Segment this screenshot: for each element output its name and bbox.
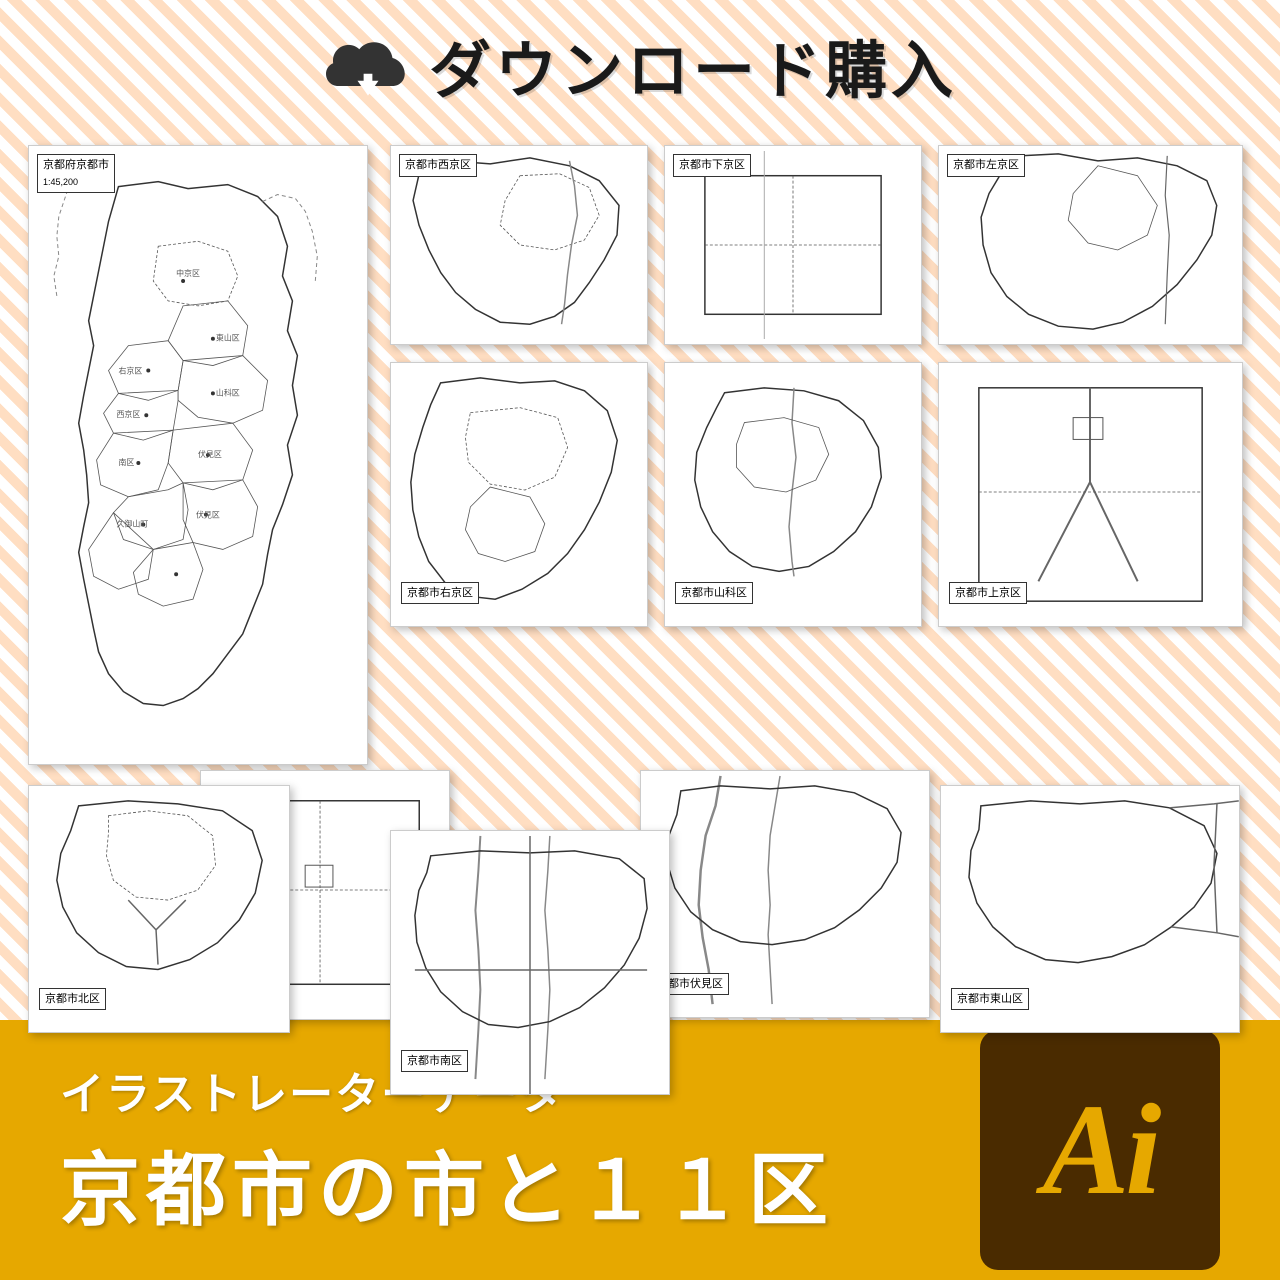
map-kamigyo: 京都市上京区 (938, 362, 1243, 627)
map-ukyo: 京都市右京区 (390, 362, 648, 627)
svg-text:伏見区: 伏見区 (196, 510, 220, 520)
map-shimogyo: 京都市下京区 (664, 145, 922, 345)
map-kita-label: 京都市北区 (39, 988, 106, 1011)
svg-text:久御山町: 久御山町 (116, 519, 148, 529)
map-yamashina: 京都市山科区 (664, 362, 922, 627)
svg-text:伏見区: 伏見区 (198, 449, 222, 459)
svg-text:右京区: 右京区 (118, 365, 142, 375)
map-minami-label: 京都市南区 (401, 1050, 468, 1073)
svg-text:山科区: 山科区 (216, 387, 240, 397)
svg-text:中京区: 中京区 (176, 268, 200, 278)
ai-badge: Ai (980, 1030, 1220, 1270)
map-yamashina-label: 京都市山科区 (675, 582, 753, 605)
map-higashiyama-label: 京都市東山区 (951, 988, 1029, 1011)
cloud-download-icon (323, 30, 413, 100)
map-sakyo-title: 京都市左京区 (947, 154, 1025, 177)
map-minami: 京都市南区 (390, 830, 670, 1095)
map-main-title: 京都府京都市 1:45,200 (37, 154, 115, 193)
map-ukyo-label: 京都市右京区 (401, 582, 479, 605)
footer-main-title: 京都市の市と１１区 (60, 1126, 834, 1242)
header-title: ダウンロード購入 (429, 20, 957, 110)
map-main: 京都府京都市 1:45,200 (28, 145, 368, 765)
ai-text: Ai (1043, 1075, 1158, 1225)
svg-text:西京区: 西京区 (116, 409, 140, 419)
map-kita: 京都市北区 (28, 785, 290, 1033)
map-nishiku-title: 京都市西京区 (399, 154, 477, 177)
header: ダウンロード購入 (0, 0, 1280, 130)
map-shimogyo-title: 京都市下京区 (673, 154, 751, 177)
map-fushimi-bg: 京都市伏見区 (640, 770, 930, 1018)
svg-text:南区: 南区 (118, 457, 134, 467)
map-higashiyama: 京都市東山区 (940, 785, 1240, 1033)
svg-text:東山区: 東山区 (216, 333, 240, 343)
map-sakyo: 京都市左京区 (938, 145, 1243, 345)
map-nishiku: 京都市西京区 (390, 145, 648, 345)
map-kamigyo-label: 京都市上京区 (949, 582, 1027, 605)
maps-area: 京都府京都市 1:45,200 (0, 130, 1280, 1020)
